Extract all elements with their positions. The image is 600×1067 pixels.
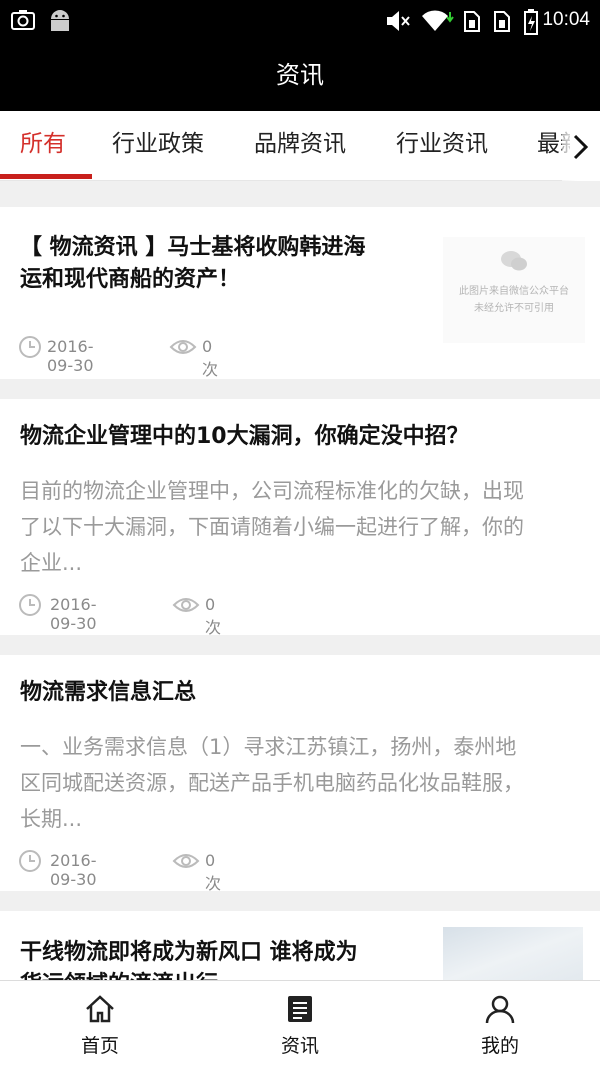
nav-news[interactable]: 资讯 [240, 981, 360, 1067]
article-card[interactable]: 物流企业管理中的10大漏洞，你确定没中招？ 目前的物流企业管理中，公司流程标准化… [0, 399, 600, 637]
article-summary: 目前的物流企业管理中，公司流程标准化的欠缺，出现 了以下十大漏洞，下面请随着小编… [20, 479, 524, 575]
chevron-right-icon [573, 134, 589, 160]
page-title: 资讯 [276, 61, 324, 89]
category-tabs: 所有 行业政策 品牌资讯 行业资讯 最新 [0, 111, 600, 181]
article-views: 0次 [202, 337, 219, 379]
sim1-icon [462, 8, 482, 38]
status-time: 10:04 [542, 9, 590, 30]
article-card[interactable]: 【 物流资讯 】马士基将收购韩进海 运和现代商船的资产！ 此图片来自微信公众平台… [0, 207, 600, 379]
article-date: 2016-09-30 [47, 337, 94, 375]
user-icon [485, 995, 515, 1024]
article-card[interactable]: 物流需求信息汇总 一、业务需求信息（1）寻求江苏镇江，扬州，泰州地 区同城配送资… [0, 655, 600, 893]
clock-icon [19, 594, 41, 616]
bottom-nav: 首页 资讯 我的 [0, 980, 600, 1067]
article-title: 物流需求信息汇总 [20, 680, 197, 705]
article-summary: 一、业务需求信息（1）寻求江苏镇江，扬州，泰州地 区同城配送资源，配送产品手机电… [20, 735, 524, 831]
clock-icon [19, 336, 41, 358]
header: 资讯 [0, 44, 600, 111]
tab-brand-news[interactable]: 品牌资讯 [254, 111, 346, 181]
tab-industry-policy[interactable]: 行业政策 [112, 111, 204, 181]
article-card[interactable]: 干线物流即将成为新风口 谁将成为 货运领域的滴滴出行 [0, 911, 600, 991]
screenshot-icon [10, 8, 36, 36]
android-icon [48, 8, 72, 38]
clock-icon [19, 850, 41, 872]
article-views: 0次 [205, 595, 222, 637]
wechat-icon [501, 251, 527, 271]
article-thumbnail: 此图片来自微信公众平台 未经允许不可引用 [443, 237, 585, 343]
sim2-icon [492, 8, 512, 38]
mute-icon [384, 8, 412, 38]
article-title: 物流企业管理中的10大漏洞，你确定没中招？ [20, 424, 469, 449]
nav-home[interactable]: 首页 [40, 981, 160, 1067]
status-bar: 10:04 [0, 0, 600, 44]
eye-icon [172, 598, 200, 612]
nav-me-label: 我的 [480, 1035, 519, 1057]
article-views: 0次 [205, 851, 222, 893]
article-title: 【 物流资讯 】马士基将收购韩进海 运和现代商船的资产！ [20, 235, 366, 292]
eye-icon [169, 340, 197, 354]
news-icon [288, 996, 312, 1022]
nav-me[interactable]: 我的 [440, 981, 560, 1067]
wifi-icon [420, 8, 456, 38]
eye-icon [172, 854, 200, 868]
nav-home-label: 首页 [80, 1035, 119, 1057]
nav-news-label: 资讯 [280, 1035, 319, 1057]
tab-industry-news[interactable]: 行业资讯 [396, 111, 488, 181]
tab-all[interactable]: 所有 [20, 111, 66, 181]
battery-icon [523, 8, 539, 40]
home-icon [86, 995, 114, 1023]
tabs-scroll-right-button[interactable] [562, 111, 600, 181]
article-date: 2016-09-30 [50, 851, 97, 889]
article-date: 2016-09-30 [50, 595, 97, 633]
active-tab-indicator [0, 174, 92, 179]
